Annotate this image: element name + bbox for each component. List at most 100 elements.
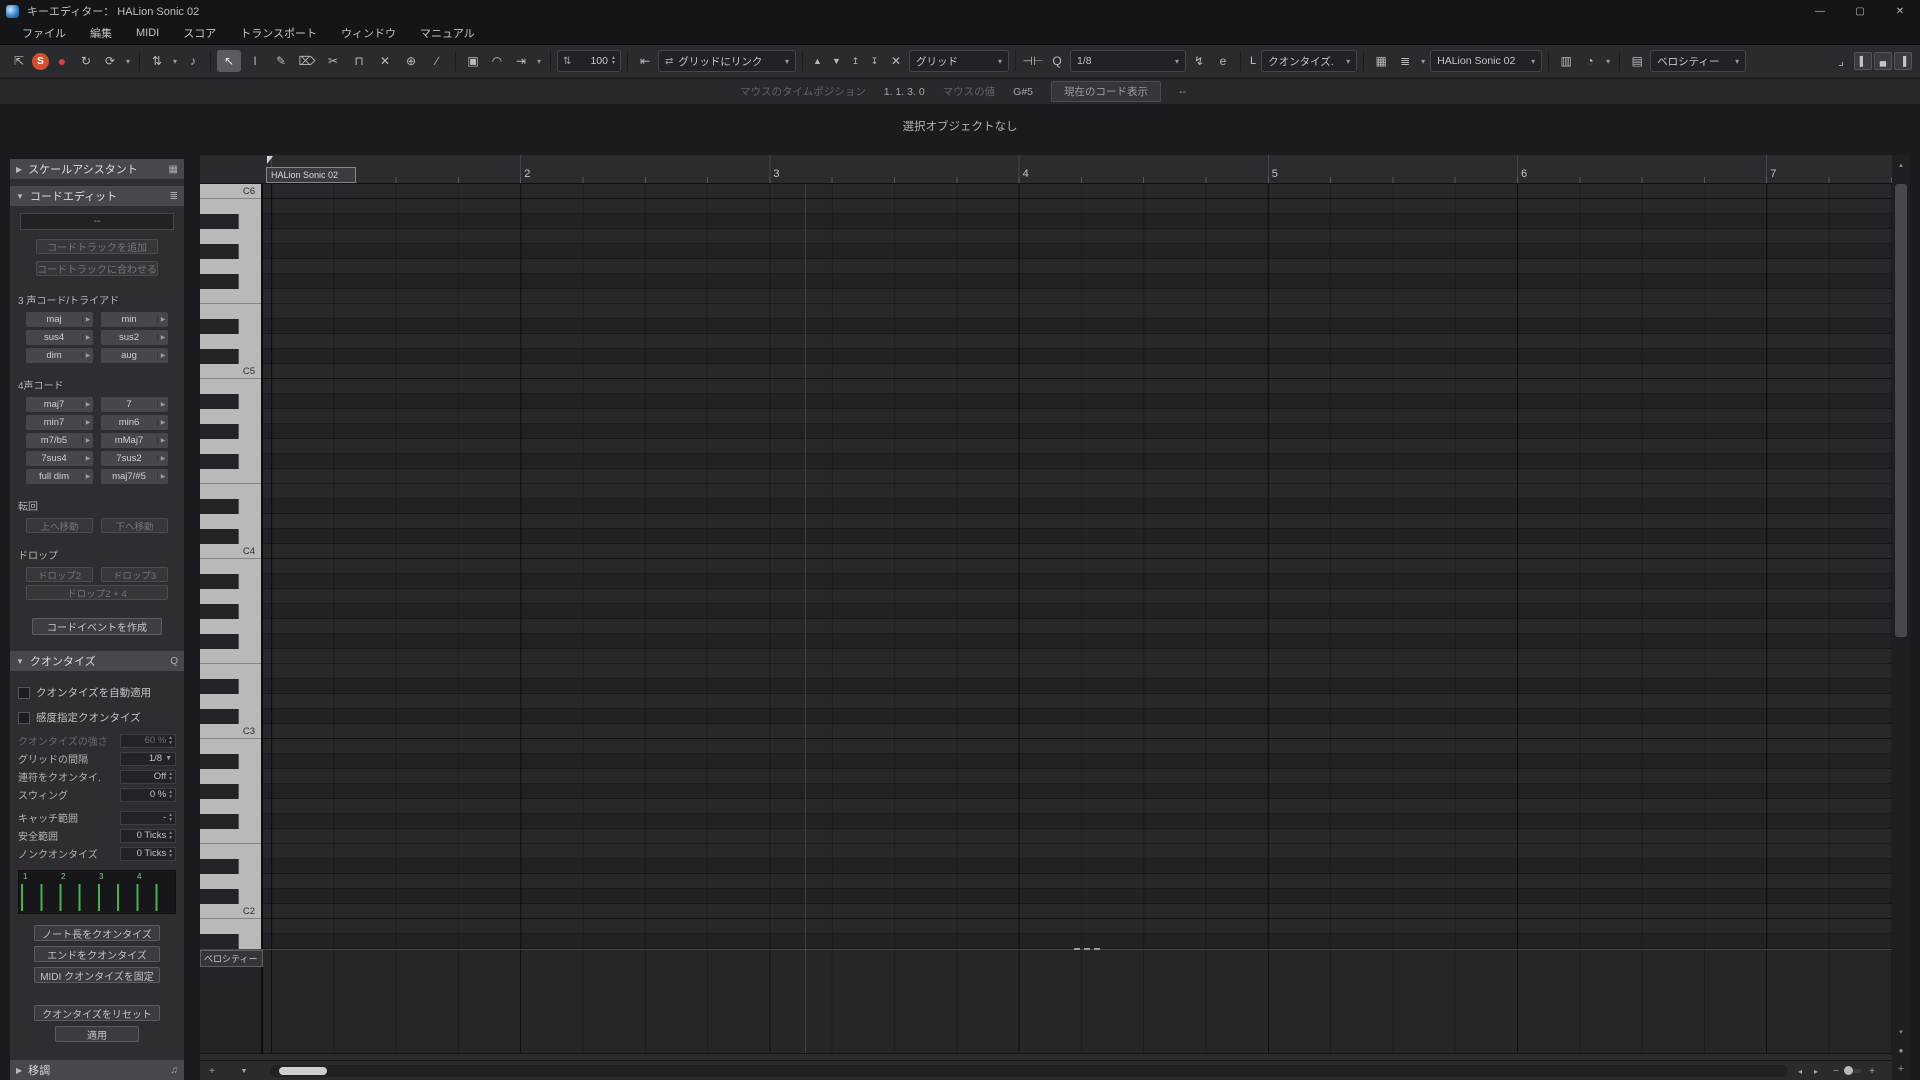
chord-button-min6[interactable]: min6 ▶ (101, 415, 168, 430)
step-input-dropdown[interactable]: ▾ (170, 50, 180, 72)
tool-line[interactable]: ∕ (425, 50, 449, 72)
grid-row-c-5[interactable] (263, 349, 1892, 364)
insert-velocity-spinner[interactable]: ⇅ 100 ▴ ▾ (557, 50, 621, 72)
horizontal-scrollbar[interactable] (270, 1065, 1788, 1077)
chord-submenu-arrow-icon[interactable]: ▶ (82, 352, 93, 359)
piano-key-b1[interactable] (200, 919, 261, 934)
menu-item[interactable]: マニュアル (408, 22, 487, 44)
scroll-up-button[interactable]: ▴ (1892, 161, 1910, 169)
menu-item[interactable]: トランスポート (228, 22, 329, 44)
controller-lane-selector[interactable]: ベロシティー (200, 950, 263, 967)
grid-row-e3[interactable] (263, 664, 1892, 679)
piano-key-b2[interactable] (200, 739, 261, 754)
time-display-format-button[interactable]: ◔ (1579, 50, 1601, 72)
grid-row-g-3[interactable] (263, 604, 1892, 619)
chord-button-dim[interactable]: dim ▶ (26, 348, 93, 363)
grid-row-b4[interactable] (263, 379, 1892, 394)
grid-row-g2[interactable] (263, 799, 1892, 814)
show-right-zone-button[interactable]: ▐ (1894, 52, 1912, 70)
grid-row-g4[interactable] (263, 439, 1892, 454)
tool-split[interactable]: ✂ (321, 50, 345, 72)
stepper-down-icon[interactable]: ▾ (169, 835, 172, 841)
piano-key-c5[interactable]: C5 (200, 364, 261, 379)
scroll-right-button[interactable]: ▸ (1808, 1061, 1824, 1080)
align-chord-track-button[interactable]: コードトラックに合わせる (36, 261, 158, 276)
grid-row-c-3[interactable] (263, 709, 1892, 724)
grid-row-a-1[interactable] (263, 934, 1892, 949)
piano-key-g5[interactable] (200, 259, 261, 274)
tool-range-selection[interactable]: I (243, 50, 267, 72)
chord-submenu-arrow-icon[interactable]: ▶ (157, 419, 168, 426)
freeze-midi-quantize-button[interactable]: MIDI クオンタイズを固定 (34, 967, 160, 983)
piano-key-a3[interactable] (200, 589, 261, 604)
close-button[interactable]: ✕ (1880, 0, 1920, 22)
stepper-icons[interactable]: ▴ ▾ (169, 772, 172, 781)
tool-glue[interactable]: ⊓ (347, 50, 371, 72)
chord-submenu-arrow-icon[interactable]: ▶ (157, 473, 168, 480)
piano-key-a5[interactable] (200, 229, 261, 244)
transpose-octave-down-button[interactable]: ↧ (866, 50, 883, 72)
piano-key-d2[interactable] (200, 874, 261, 889)
show-lower-zone-button[interactable]: ▄ (1874, 52, 1892, 70)
show-left-zone-button[interactable]: ▌ (1854, 52, 1872, 70)
grid-row-f4[interactable] (263, 469, 1892, 484)
stepper-icons[interactable]: ▴ ▾ (169, 813, 172, 822)
chord-submenu-arrow-icon[interactable]: ▶ (82, 401, 93, 408)
chord-submenu-arrow-icon[interactable]: ▶ (157, 352, 168, 359)
grid-row-c-2[interactable] (263, 889, 1892, 904)
active-part-select[interactable]: HALion Sonic 02 ▾ (1430, 50, 1543, 72)
loop-button[interactable]: ⟳ (99, 50, 121, 72)
piano-key-a-3[interactable] (200, 574, 261, 589)
drop-2-button[interactable]: ドロップ2 (26, 567, 93, 582)
grid-row-d5[interactable] (263, 334, 1892, 349)
delete-notes-button[interactable]: ✕ (885, 50, 907, 72)
autoscroll-button[interactable]: ⇥ (510, 50, 532, 72)
stepper-down-icon[interactable]: ▾ (169, 817, 172, 823)
piano-key-f5[interactable] (200, 289, 261, 304)
edit-active-part-only-button[interactable]: ≣ (1394, 50, 1416, 72)
chord-submenu-arrow-icon[interactable]: ▶ (82, 334, 93, 341)
piano-key-b4[interactable] (200, 379, 261, 394)
grid-row-f5[interactable] (263, 289, 1892, 304)
piano-key-b5[interactable] (200, 199, 261, 214)
grid-row-a-5[interactable] (263, 214, 1892, 229)
quantize-param-value[interactable]: - ▴ ▾ (120, 810, 176, 825)
iterative-quantize-checkbox[interactable] (18, 711, 30, 724)
quantize-ends-button[interactable]: エンドをクオンタイズ (34, 946, 160, 962)
grid-row-d-2[interactable] (263, 859, 1892, 874)
grid-row-a-2[interactable] (263, 754, 1892, 769)
piano-key-a-1[interactable] (200, 934, 261, 949)
grid-row-g-2[interactable] (263, 784, 1892, 799)
chord-submenu-arrow-icon[interactable]: ▶ (82, 473, 93, 480)
piano-key-b3[interactable] (200, 559, 261, 574)
grid-row-g5[interactable] (263, 259, 1892, 274)
retrospective-record-button[interactable]: ↻ (75, 50, 97, 72)
grid-row-a-3[interactable] (263, 574, 1892, 589)
step-input-button[interactable]: ⇅ (146, 50, 168, 72)
grid-row-g3[interactable] (263, 619, 1892, 634)
pin-editor-button[interactable]: ⇱ (8, 50, 30, 72)
chord-submenu-arrow-icon[interactable]: ▶ (157, 401, 168, 408)
minimize-button[interactable]: — (1800, 0, 1840, 22)
timeline-ruler[interactable]: HALion Sonic 02 2 3 4 5 6 7 (263, 155, 1892, 184)
grid-row-g-4[interactable] (263, 424, 1892, 439)
grid-row-b3[interactable] (263, 559, 1892, 574)
grid-row-b2[interactable] (263, 739, 1892, 754)
piano-key-d-3[interactable] (200, 679, 261, 694)
stepper-icons[interactable]: ▴ ▾ (169, 849, 172, 858)
chord-submenu-arrow-icon[interactable]: ▶ (157, 437, 168, 444)
grid-type-select[interactable]: グリッド ▾ (909, 50, 1009, 72)
grid-row-g-5[interactable] (263, 244, 1892, 259)
piano-key-g2[interactable] (200, 799, 261, 814)
piano-key-g3[interactable] (200, 619, 261, 634)
chord-button-maj7[interactable]: maj7 ▶ (26, 397, 93, 412)
note-grid[interactable] (263, 184, 1892, 949)
piano-key-g-3[interactable] (200, 604, 261, 619)
piano-key-f2[interactable] (200, 829, 261, 844)
grid-row-a2[interactable] (263, 769, 1892, 784)
record-in-editor-button[interactable]: ● (51, 50, 73, 72)
piano-key-d-2[interactable] (200, 859, 261, 874)
apply-quantize-button[interactable]: 適用 (55, 1026, 139, 1042)
chord-button-7[interactable]: 7 ▶ (101, 397, 168, 412)
stepper-icons[interactable]: ▴ ▾ (169, 790, 172, 799)
